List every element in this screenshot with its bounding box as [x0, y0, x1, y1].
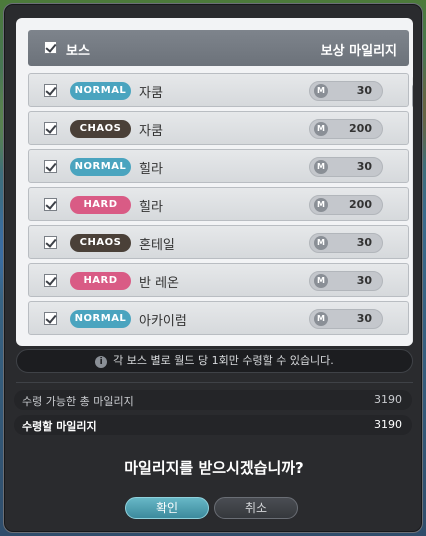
mileage-value: 30 — [356, 274, 372, 287]
mileage-value: 30 — [356, 160, 372, 173]
scrollbar-thumb[interactable] — [412, 84, 413, 108]
notice-bar: i 각 보스 별로 월드 당 1회만 수령할 수 있습니다. — [16, 349, 413, 373]
mileage-icon: M — [314, 236, 328, 250]
difficulty-badge: HARD — [70, 196, 131, 214]
mileage-dialog: 보스 보상 마일리지 NORMAL 자쿰 M 30 CHAOS 자쿰 M 200 — [3, 3, 423, 533]
row-checkbox[interactable] — [44, 84, 57, 97]
confirm-question: 마일리지를 받으시겠습니까? — [124, 459, 304, 477]
mileage-pill: M 30 — [309, 81, 383, 101]
header-boss-label: 보스 — [66, 44, 90, 59]
confirm-button[interactable]: 확인 — [125, 497, 209, 519]
receive-mileage-label: 수령할 마일리지 — [22, 420, 97, 433]
boss-row[interactable]: HARD 반 레온 M 30 — [28, 263, 409, 297]
mileage-pill: M 200 — [309, 119, 383, 139]
mileage-icon: M — [314, 274, 328, 288]
row-checkbox[interactable] — [44, 312, 57, 325]
difficulty-badge: NORMAL — [70, 310, 131, 328]
boss-name: 자쿰 — [139, 124, 163, 139]
available-mileage-row: 수령 가능한 총 마일리지 3190 — [14, 390, 412, 410]
list-header: 보스 보상 마일리지 — [28, 30, 409, 66]
boss-name: 힐라 — [139, 162, 163, 177]
boss-name: 아카이럼 — [139, 314, 187, 329]
mileage-value: 30 — [356, 84, 372, 97]
difficulty-badge: NORMAL — [70, 158, 131, 176]
mileage-value: 30 — [356, 236, 372, 249]
mileage-icon: M — [314, 160, 328, 174]
boss-row[interactable]: NORMAL 자쿰 M 30 — [28, 73, 409, 107]
difficulty-badge: NORMAL — [70, 82, 131, 100]
mileage-pill: M 30 — [309, 271, 383, 291]
available-mileage-label: 수령 가능한 총 마일리지 — [22, 395, 134, 408]
boss-row[interactable]: CHAOS 혼테일 M 30 — [28, 225, 409, 259]
list-scrollbar[interactable] — [412, 76, 413, 346]
mileage-icon: M — [314, 122, 328, 136]
divider — [16, 382, 413, 383]
mileage-pill: M 30 — [309, 309, 383, 329]
available-mileage-value: 3190 — [374, 393, 402, 406]
row-checkbox[interactable] — [44, 274, 57, 287]
receive-mileage-value: 3190 — [374, 418, 402, 431]
boss-row[interactable]: HARD 힐라 M 200 — [28, 187, 409, 221]
row-checkbox[interactable] — [44, 122, 57, 135]
mileage-pill: M 30 — [309, 157, 383, 177]
boss-row[interactable]: CHAOS 자쿰 M 200 — [28, 111, 409, 145]
notice-text: 각 보스 별로 월드 당 1회만 수령할 수 있습니다. — [113, 354, 334, 367]
boss-list: NORMAL 자쿰 M 30 CHAOS 자쿰 M 200 NORMAL 힐라 … — [28, 73, 409, 339]
mileage-value: 200 — [349, 122, 372, 135]
mileage-icon: M — [314, 84, 328, 98]
mileage-value: 30 — [356, 312, 372, 325]
row-checkbox[interactable] — [44, 160, 57, 173]
boss-name: 반 레온 — [139, 276, 180, 291]
info-icon: i — [95, 356, 108, 368]
boss-row[interactable]: NORMAL 힐라 M 30 — [28, 149, 409, 183]
cancel-button[interactable]: 취소 — [214, 497, 298, 519]
mileage-icon: M — [314, 198, 328, 212]
row-checkbox[interactable] — [44, 198, 57, 211]
header-reward-label: 보상 마일리지 — [320, 44, 397, 59]
difficulty-badge: CHAOS — [70, 120, 131, 138]
boss-list-panel: 보스 보상 마일리지 NORMAL 자쿰 M 30 CHAOS 자쿰 M 200 — [16, 18, 413, 346]
row-checkbox[interactable] — [44, 236, 57, 249]
mileage-value: 200 — [349, 198, 372, 211]
select-all-checkbox[interactable] — [44, 41, 57, 54]
boss-row[interactable]: NORMAL 아카이럼 M 30 — [28, 301, 409, 335]
boss-name: 혼테일 — [139, 238, 175, 253]
mileage-pill: M 30 — [309, 233, 383, 253]
boss-name: 힐라 — [139, 200, 163, 215]
mileage-icon: M — [314, 312, 328, 326]
difficulty-badge: HARD — [70, 272, 131, 290]
difficulty-badge: CHAOS — [70, 234, 131, 252]
mileage-pill: M 200 — [309, 195, 383, 215]
receive-mileage-row: 수령할 마일리지 3190 — [14, 415, 412, 435]
boss-name: 자쿰 — [139, 86, 163, 101]
